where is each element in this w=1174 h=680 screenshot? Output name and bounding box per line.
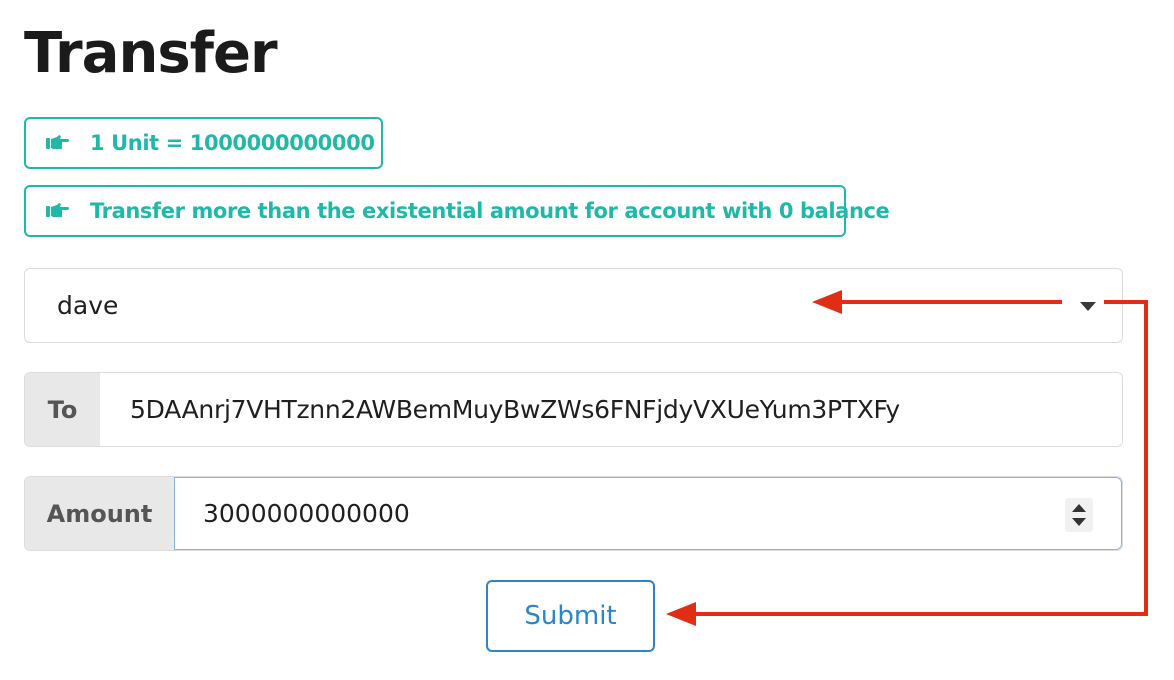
from-account-selected-value: dave (57, 291, 119, 320)
info-message-unit: 1 Unit = 1000000000000 (24, 117, 383, 169)
decrement-arrow-icon[interactable] (1072, 518, 1086, 526)
amount-value: 3000000000000 (203, 499, 410, 528)
amount-input[interactable]: 3000000000000 (174, 477, 1122, 550)
submit-button[interactable]: Submit (486, 580, 655, 652)
from-account-dropdown[interactable]: dave (24, 268, 1123, 343)
info-message-text: Transfer more than the existential amoun… (90, 199, 890, 223)
pointing-hand-icon (46, 135, 69, 149)
number-spinner[interactable] (1065, 498, 1093, 532)
annotation-arrow-submit (666, 300, 1148, 626)
pointing-hand-icon (46, 203, 69, 217)
amount-label: Amount (25, 477, 174, 550)
to-address-input[interactable]: 5DAAnrj7VHTznn2AWBemMuyBwZWs6FNFjdyVXUeY… (100, 373, 1122, 446)
dropdown-caret-icon[interactable] (1080, 302, 1096, 311)
increment-arrow-icon[interactable] (1072, 504, 1086, 512)
info-message-existential: Transfer more than the existential amoun… (24, 185, 890, 237)
amount-field: Amount 3000000000000 (24, 476, 1123, 551)
info-message-text: 1 Unit = 1000000000000 (90, 131, 375, 155)
to-label: To (25, 373, 100, 446)
to-address-field: To 5DAAnrj7VHTznn2AWBemMuyBwZWs6FNFjdyVX… (24, 372, 1123, 447)
page-title: Transfer (24, 21, 278, 86)
